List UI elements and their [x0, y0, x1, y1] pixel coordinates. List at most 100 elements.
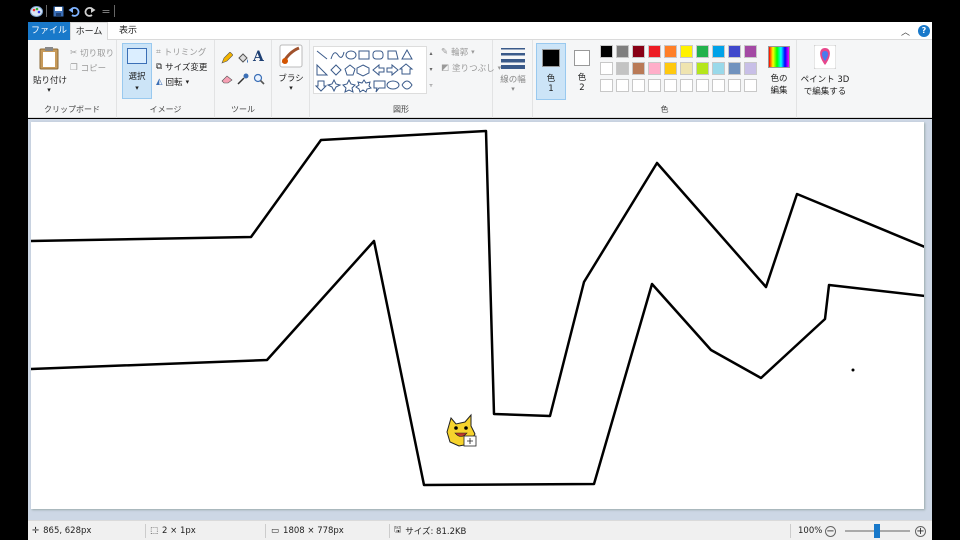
tab-view[interactable]: 表示 [110, 22, 146, 40]
palette-swatch[interactable] [680, 62, 693, 75]
collapse-ribbon-icon[interactable]: ︿ [901, 25, 910, 38]
palette-swatch[interactable] [744, 45, 757, 58]
custom-color-swatch[interactable] [616, 79, 629, 92]
palette-swatch[interactable] [664, 62, 677, 75]
palette-swatch[interactable] [696, 62, 709, 75]
palette-swatch[interactable] [696, 45, 709, 58]
color2-button[interactable]: 色 2 [568, 43, 598, 100]
color1-number: 1 [548, 84, 554, 94]
shape-gallery[interactable] [313, 46, 427, 94]
copy-button[interactable]: ❐ コピー [70, 62, 106, 74]
group-shapes: ▴ ▾ ▿ ✎ 輪郭 ▾ ◩ 塗りつぶし ▾ 図形 [310, 40, 501, 118]
palette-swatch[interactable] [616, 45, 629, 58]
palette-swatch[interactable] [728, 62, 741, 75]
zoom-out-button[interactable]: − [825, 521, 836, 540]
palette-swatch[interactable] [632, 62, 645, 75]
dropdown-icon[interactable]: = [98, 3, 114, 19]
brush-button[interactable]: ブラシ ▾ [276, 44, 306, 98]
custom-color-swatch[interactable] [632, 79, 645, 92]
line-width-label: 線の幅 [500, 75, 526, 85]
color-spectrum-icon [768, 46, 790, 68]
color1-label: 色 [546, 74, 556, 84]
shape-gallery-scroll[interactable]: ▴ ▾ ▿ [428, 46, 434, 94]
color1-button[interactable]: 色 1 [536, 43, 566, 100]
lower-line [29, 239, 927, 487]
rotate-icon: ◭ [156, 77, 163, 87]
edit-with-paint3d-button[interactable]: ペイント 3D で編集する [800, 44, 850, 100]
edit-colors-button[interactable]: 色の 編集 [763, 44, 795, 100]
group-image: 選択 ▾ ⌗ トリミング ⧉ サイズ変更 ◭ 回転 ▾ イメージ [117, 40, 215, 118]
custom-color-swatch[interactable] [728, 79, 741, 92]
resize-button[interactable]: ⧉ サイズ変更 [156, 61, 207, 73]
crop-icon: ⌗ [156, 47, 161, 57]
zoom-level: 100% [798, 526, 823, 536]
edit-colors-label-2: 編集 [770, 86, 788, 96]
custom-color-swatch[interactable] [680, 79, 693, 92]
right-margin [932, 22, 960, 520]
paint-window: = ファイル ホーム 表示 ︿ ? 貼り付け ▾ ✂ 切り取り ❐ コピー クリップ… [0, 0, 960, 540]
eraser-icon[interactable] [221, 74, 233, 84]
custom-color-swatch[interactable] [696, 79, 709, 92]
drawing-strokes [29, 129, 927, 487]
group-label-image: イメージ [149, 105, 182, 114]
palette-swatch[interactable] [648, 45, 661, 58]
help-icon[interactable]: ? [918, 25, 930, 37]
line-width-button[interactable]: 線の幅 ▾ [498, 45, 528, 99]
canvas-workspace [28, 119, 932, 520]
select-button[interactable]: 選択 ▾ [122, 43, 152, 99]
group-label-colors: 色 [660, 105, 669, 114]
redo-icon[interactable] [82, 3, 98, 19]
palette-swatch[interactable] [712, 62, 725, 75]
custom-color-swatch[interactable] [600, 79, 613, 92]
custom-color-swatch[interactable] [744, 79, 757, 92]
rotate-button[interactable]: ◭ 回転 ▾ [156, 76, 189, 88]
palette-swatch[interactable] [600, 45, 613, 58]
image-size-icon: ▭ [271, 526, 280, 536]
pencil-icon[interactable] [221, 52, 233, 64]
fill-bucket-icon[interactable] [237, 52, 249, 64]
tab-file[interactable]: ファイル [28, 22, 70, 40]
title-bar: = [0, 0, 960, 22]
group-paint3d: ペイント 3D で編集する [797, 40, 853, 118]
palette-swatch[interactable] [728, 45, 741, 58]
group-label-tools: ツール [231, 105, 255, 114]
paint3d-label-1: ペイント 3D [800, 75, 850, 85]
drawing-canvas[interactable] [29, 122, 927, 509]
paint-palette-icon[interactable] [28, 3, 44, 19]
shape-gallery-icons [314, 48, 414, 93]
zoom-slider-thumb[interactable] [874, 524, 880, 538]
custom-color-swatch[interactable] [664, 79, 677, 92]
text-tool-icon[interactable]: A [253, 49, 264, 65]
custom-color-swatch[interactable] [712, 79, 725, 92]
color2-label: 色 [577, 73, 587, 83]
palette-swatch[interactable] [680, 45, 693, 58]
crop-button[interactable]: ⌗ トリミング [156, 46, 206, 58]
palette-swatch[interactable] [632, 45, 645, 58]
tab-home[interactable]: ホーム [70, 22, 108, 41]
group-colors: 色 1 色 2 色の 編集 色 [533, 40, 797, 118]
custom-color-swatch[interactable] [648, 79, 661, 92]
palette-swatch[interactable] [600, 62, 613, 75]
cut-button[interactable]: ✂ 切り取り [70, 47, 114, 59]
outline-button[interactable]: ✎ 輪郭 ▾ [441, 46, 475, 58]
group-size: 線の幅 ▾ [493, 40, 533, 118]
save-icon[interactable] [50, 3, 66, 19]
zoom-in-button[interactable]: + [915, 521, 926, 540]
paste-button[interactable]: 貼り付け ▾ [33, 44, 68, 96]
paste-label: 貼り付け [33, 76, 68, 86]
palette-swatch[interactable] [664, 45, 677, 58]
palette-swatch[interactable] [616, 62, 629, 75]
undo-icon[interactable] [66, 3, 82, 19]
color-picker-icon[interactable] [237, 73, 249, 85]
group-label-clipboard: クリップボード [44, 105, 100, 114]
palette-swatch[interactable] [712, 45, 725, 58]
magnifier-icon[interactable] [253, 73, 265, 85]
zoom-slider[interactable] [845, 524, 910, 538]
canvas-dot [851, 368, 855, 372]
line-width-icon [501, 48, 525, 69]
palette-swatch[interactable] [744, 62, 757, 75]
left-margin [0, 22, 28, 520]
scissors-icon: ✂ [70, 48, 78, 58]
palette-swatch[interactable] [648, 62, 661, 75]
character-sticker [446, 413, 477, 447]
